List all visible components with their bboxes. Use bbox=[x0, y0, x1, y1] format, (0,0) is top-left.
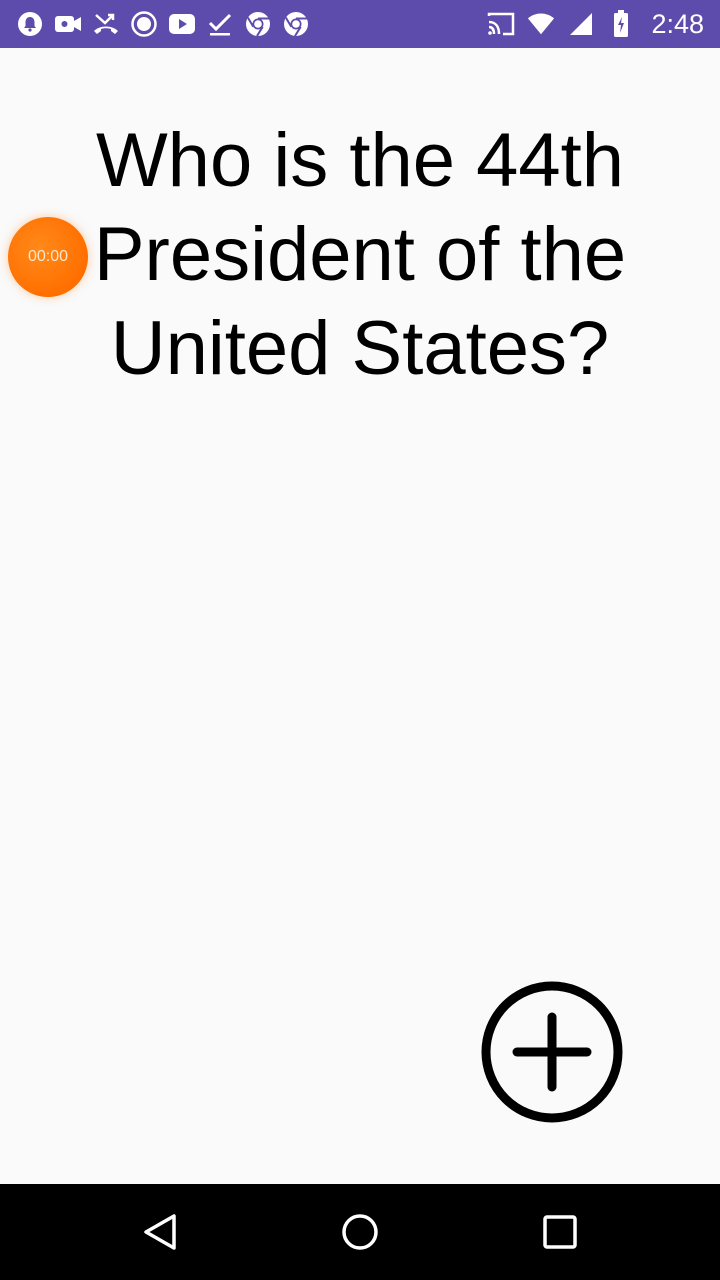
battery-charging-icon bbox=[607, 10, 635, 38]
notification-icons bbox=[16, 8, 310, 40]
cast-icon bbox=[487, 10, 515, 38]
back-icon bbox=[144, 1214, 176, 1250]
system-icons: 2:48 bbox=[487, 8, 704, 40]
nav-home-button[interactable] bbox=[330, 1202, 390, 1262]
notification-icon bbox=[16, 10, 44, 38]
chrome-icon bbox=[244, 10, 272, 38]
main-content: Who is the 44th President of the United … bbox=[0, 48, 720, 1184]
home-icon bbox=[342, 1214, 378, 1250]
video-camera-icon bbox=[54, 10, 82, 38]
question-text: Who is the 44th President of the United … bbox=[93, 118, 627, 391]
missed-call-icon bbox=[92, 10, 120, 38]
recents-icon bbox=[543, 1215, 577, 1249]
floating-timer-bubble[interactable]: 00:00 bbox=[8, 217, 88, 297]
timer-text: 00:00 bbox=[27, 248, 69, 265]
app-screen: 2:48 Who is the 44th President of the Un… bbox=[0, 0, 720, 1280]
wifi-icon bbox=[527, 10, 555, 38]
chrome-icon bbox=[282, 10, 310, 38]
nav-back-button[interactable] bbox=[130, 1202, 190, 1262]
navigation-bar bbox=[0, 1184, 720, 1280]
nav-recents-button[interactable] bbox=[530, 1202, 590, 1262]
record-icon bbox=[130, 10, 158, 38]
status-bar: 2:48 bbox=[0, 0, 720, 48]
youtube-icon bbox=[168, 10, 196, 38]
download-done-icon bbox=[206, 10, 234, 38]
signal-icon bbox=[567, 10, 595, 38]
add-circle-icon bbox=[481, 981, 623, 1123]
status-clock: 2:48 bbox=[651, 8, 704, 39]
add-button[interactable] bbox=[480, 980, 624, 1124]
